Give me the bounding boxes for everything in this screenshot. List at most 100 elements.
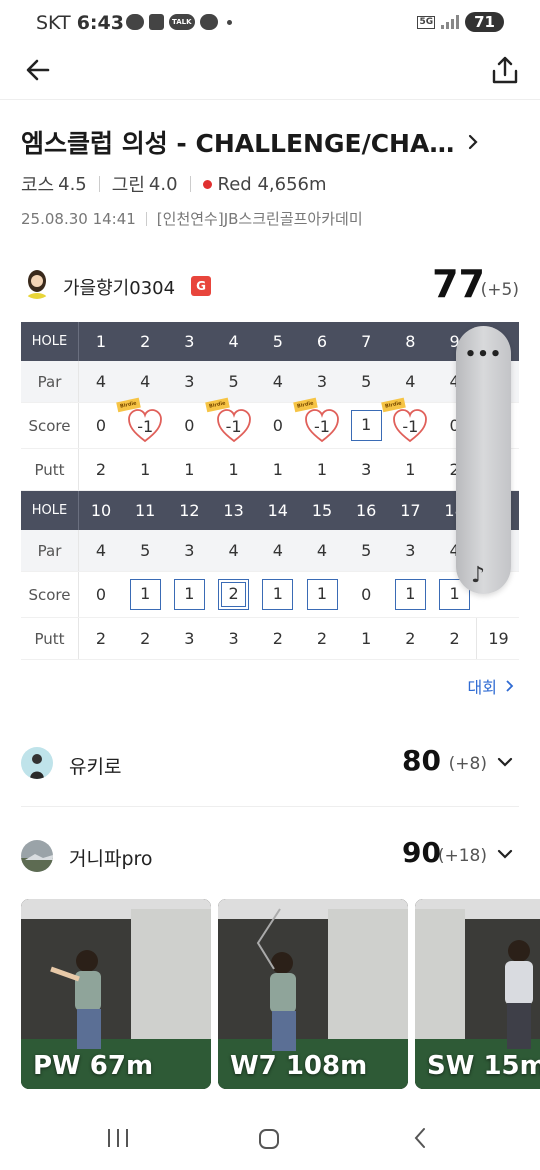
putt-cell: 2 (316, 629, 328, 648)
putt-cell: 1 (228, 460, 239, 479)
back-arrow-icon[interactable] (22, 54, 54, 86)
putt-cell: 2 (272, 629, 283, 648)
score-cell: 0 (184, 416, 195, 435)
status-bar: SKT 6:43 TALK 5G 71 (0, 0, 540, 48)
swing-video-thumbnail[interactable]: PW 67m (21, 899, 211, 1089)
score-cell: 0 (272, 416, 283, 435)
birdie-heart-icon: Birdie -1 (204, 397, 252, 444)
par-label: Par (21, 361, 79, 402)
score-cell: 2 (212, 572, 256, 617)
course-ratings: 코스 4.5 그린 4.0 Red 4,656m (21, 171, 327, 197)
shot-label: PW 67m (33, 1051, 154, 1081)
score-cell: Birdie -1 (116, 397, 167, 448)
bogey-box: 1 (306, 579, 338, 610)
hole-number: 4 (228, 332, 239, 351)
double-bogey-box: 2 (218, 579, 250, 610)
par-cell: 4 (95, 541, 107, 560)
hole-number: 8 (405, 332, 416, 351)
putt-cell: 3 (184, 629, 195, 648)
bogey-box: 1 (173, 579, 205, 610)
tournament-link-label: 대회 (467, 678, 497, 697)
signal-icon (441, 15, 460, 29)
player-total-score: 90 (402, 836, 441, 869)
par-cell: 4 (316, 541, 328, 560)
notification-icons: TALK (126, 14, 232, 30)
hole-number: 13 (223, 501, 244, 520)
app-bar (0, 48, 540, 100)
network-5g-icon: 5G (417, 15, 436, 29)
scorecard: HOLE 1 2 3 4 5 6 7 8 9 Par 4 4 3 5 4 3 5 4 4 Score 0 Birdie -… (21, 322, 519, 660)
more-notifications-icon (226, 19, 232, 25)
share-icon[interactable] (490, 54, 520, 86)
recent-apps-icon[interactable] (106, 1128, 130, 1148)
hole-number: 17 (400, 501, 421, 520)
round-datetime: 25.08.30 14:41 (21, 209, 136, 228)
course-title: 엠스클럽 의성 - CHALLENGE/CHA… (21, 129, 455, 158)
system-nav-bar (0, 1104, 540, 1170)
hole-label: HOLE (21, 491, 79, 530)
message-icon (199, 14, 218, 30)
player-row[interactable]: 거니파pro 90 (+18) (21, 834, 519, 884)
swing-video-thumbnail[interactable]: W7 108m (218, 899, 408, 1089)
birdie-heart-icon: Birdie -1 (116, 397, 163, 444)
music-note-icon[interactable]: ♪ (471, 563, 485, 588)
home-icon[interactable] (258, 1128, 280, 1150)
g-badge-icon: G (191, 276, 211, 296)
player-name: 거니파pro (69, 848, 153, 870)
course-title-row[interactable]: 엠스클럽 의성 - CHALLENGE/CHA… (21, 124, 480, 160)
score-label: Score (21, 403, 79, 448)
avatar (21, 747, 53, 779)
par-cell: 4 (95, 372, 107, 391)
avatar (21, 840, 53, 872)
bogey-box: 1 (394, 579, 426, 610)
par-cell: 4 (272, 541, 283, 560)
course-rating-value: 4.5 (58, 173, 87, 195)
score-cell: 0 (361, 585, 372, 604)
putt-cell: 1 (316, 460, 328, 479)
score-cell: 1 (300, 572, 344, 617)
par-cell: 5 (140, 541, 151, 560)
swing-video-thumbnail[interactable]: SW 15m (415, 899, 540, 1089)
player-score-diff: (+8) (448, 754, 487, 774)
par-cell: 5 (361, 541, 372, 560)
hole-number: 10 (90, 501, 112, 520)
hole-number: 6 (316, 332, 328, 351)
player-name: 유키로 (69, 756, 122, 778)
bogey-box: 1 (262, 579, 294, 610)
more-menu-icon[interactable]: ••• (456, 344, 511, 365)
chevron-down-icon[interactable] (497, 756, 513, 768)
putt-cell: 2 (405, 629, 416, 648)
score-cell: 1 (388, 572, 432, 617)
player-name: 가을향기0304 (63, 278, 176, 299)
status-carrier: SKT 6:43 (36, 12, 124, 34)
floating-edge-panel[interactable]: ••• ♪ (456, 326, 511, 594)
hole-number: 7 (361, 332, 372, 351)
avatar (21, 267, 53, 299)
hole-number: 5 (272, 332, 283, 351)
par-cell: 4 (140, 372, 151, 391)
shot-label: W7 108m (230, 1051, 368, 1081)
putt-row-front: Putt 2 1 1 1 1 1 3 1 2 (21, 449, 519, 491)
bogey-box: 1 (350, 410, 382, 441)
shot-label: SW 15m (427, 1051, 540, 1081)
hole-number: 14 (267, 501, 288, 520)
tee-info: Red 4,656m (217, 173, 327, 195)
course-rating-label: 코스 (21, 175, 55, 196)
par-row-front: Par 4 4 3 5 4 3 5 4 4 (21, 361, 519, 403)
tournament-link[interactable]: 대회 (468, 674, 515, 698)
chevron-right-icon (469, 134, 478, 150)
chevron-down-icon[interactable] (497, 848, 513, 860)
score-cell: Birdie -1 (381, 397, 432, 448)
bogey-box: 1 (129, 579, 161, 610)
par-cell: 4 (228, 541, 239, 560)
score-cell: Birdie -1 (293, 397, 344, 448)
hole-header-row-front: HOLE 1 2 3 4 5 6 7 8 9 (21, 322, 519, 361)
score-cell: 1 (344, 403, 388, 448)
par-cell: 4 (272, 372, 283, 391)
player-score-diff: (+18) (437, 846, 487, 866)
player-total-score: 80 (402, 744, 441, 777)
putt-label: Putt (21, 618, 79, 659)
back-nav-icon[interactable] (412, 1127, 428, 1149)
player-row[interactable]: 유키로 80 (+8) (21, 742, 519, 792)
hole-number: 3 (184, 332, 195, 351)
